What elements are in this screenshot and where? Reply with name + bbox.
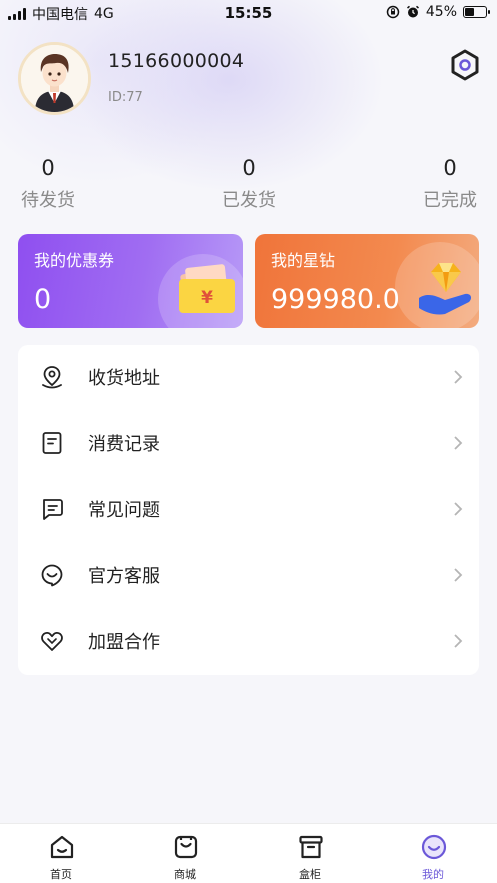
order-label: 已发货: [222, 190, 276, 211]
yen-symbol: ¥: [201, 288, 213, 308]
tab-home[interactable]: 首页: [16, 824, 106, 883]
order-count: 0: [443, 156, 457, 180]
tab-box-cabinet[interactable]: 盒柜: [265, 824, 355, 883]
menu-label: 加盟合作: [88, 632, 160, 653]
menu-label: 官方客服: [88, 566, 160, 587]
customer-service-icon: [41, 564, 63, 587]
avatar[interactable]: [18, 42, 91, 115]
tab-label: 商城: [174, 868, 196, 881]
menu-label: 收货地址: [88, 368, 160, 389]
order-count: 0: [41, 156, 55, 180]
menu-list: 收货地址 消费记录 常见问题 官方客服 加盟合作: [18, 345, 479, 675]
star-diamond-title: 我的星钻: [271, 251, 336, 270]
shopping-bag-icon: [174, 835, 198, 859]
chevron-right-icon: [454, 436, 463, 450]
battery-fill: [465, 8, 474, 16]
bottom-tab-bar: 首页 商城 盒柜 我的: [0, 823, 497, 883]
tab-label: 我的: [422, 868, 444, 881]
coupon-card[interactable]: 我的优惠券 0 ¥: [18, 234, 243, 328]
diamond-hand-icon: [419, 263, 472, 315]
order-count: 0: [242, 156, 256, 180]
box-cabinet-icon: [299, 835, 323, 859]
status-right: 45%: [386, 4, 490, 20]
status-bar: 中国电信 4G 15:55 45%: [0, 0, 497, 26]
receipt-icon: [42, 432, 62, 454]
tab-label: 盒柜: [299, 868, 321, 881]
avatar-illustration: [21, 45, 88, 112]
wallet-icon: ¥: [179, 264, 235, 313]
order-stats: 0 待发货 0 已发货 0 已完成: [0, 156, 497, 216]
star-diamond-balance: 999980.0: [271, 284, 400, 315]
coupon-count: 0: [34, 284, 52, 315]
chevron-right-icon: [454, 568, 463, 582]
battery-icon: [463, 6, 490, 18]
chevron-right-icon: [454, 502, 463, 516]
menu-label: 消费记录: [88, 434, 160, 455]
menu-item-customer-service[interactable]: 官方客服: [18, 543, 479, 609]
menu-item-purchase-records[interactable]: 消费记录: [18, 411, 479, 477]
home-icon: [50, 835, 74, 859]
order-label: 已完成: [423, 190, 477, 211]
star-diamond-card[interactable]: 我的星钻 999980.0: [255, 234, 479, 328]
user-id: ID:77: [108, 90, 143, 105]
chevron-right-icon: [454, 634, 463, 648]
alarm-icon: [406, 5, 419, 18]
chevron-right-icon: [454, 370, 463, 384]
tab-label: 首页: [50, 868, 72, 881]
menu-item-faq[interactable]: 常见问题: [18, 477, 479, 543]
battery-percent: 45%: [425, 4, 457, 20]
settings-icon[interactable]: [448, 48, 482, 82]
profile-smile-icon: [421, 834, 447, 860]
location-pin-icon: [42, 366, 62, 389]
menu-item-franchise[interactable]: 加盟合作: [18, 609, 479, 675]
order-stat-pending[interactable]: 0 待发货: [0, 156, 98, 212]
user-phone: 15166000004: [108, 50, 245, 72]
lock-rotation-icon: [386, 5, 400, 19]
order-stat-completed[interactable]: 0 已完成: [400, 156, 497, 212]
order-label: 待发货: [21, 190, 75, 211]
coupon-title: 我的优惠券: [34, 251, 115, 270]
menu-label: 常见问题: [88, 500, 160, 521]
order-stat-shipped[interactable]: 0 已发货: [199, 156, 299, 212]
tab-mall[interactable]: 商城: [140, 824, 230, 883]
handshake-heart-icon: [41, 631, 63, 651]
chat-question-icon: [43, 499, 63, 520]
tab-mine[interactable]: 我的: [388, 824, 478, 883]
menu-item-address[interactable]: 收货地址: [18, 345, 479, 411]
